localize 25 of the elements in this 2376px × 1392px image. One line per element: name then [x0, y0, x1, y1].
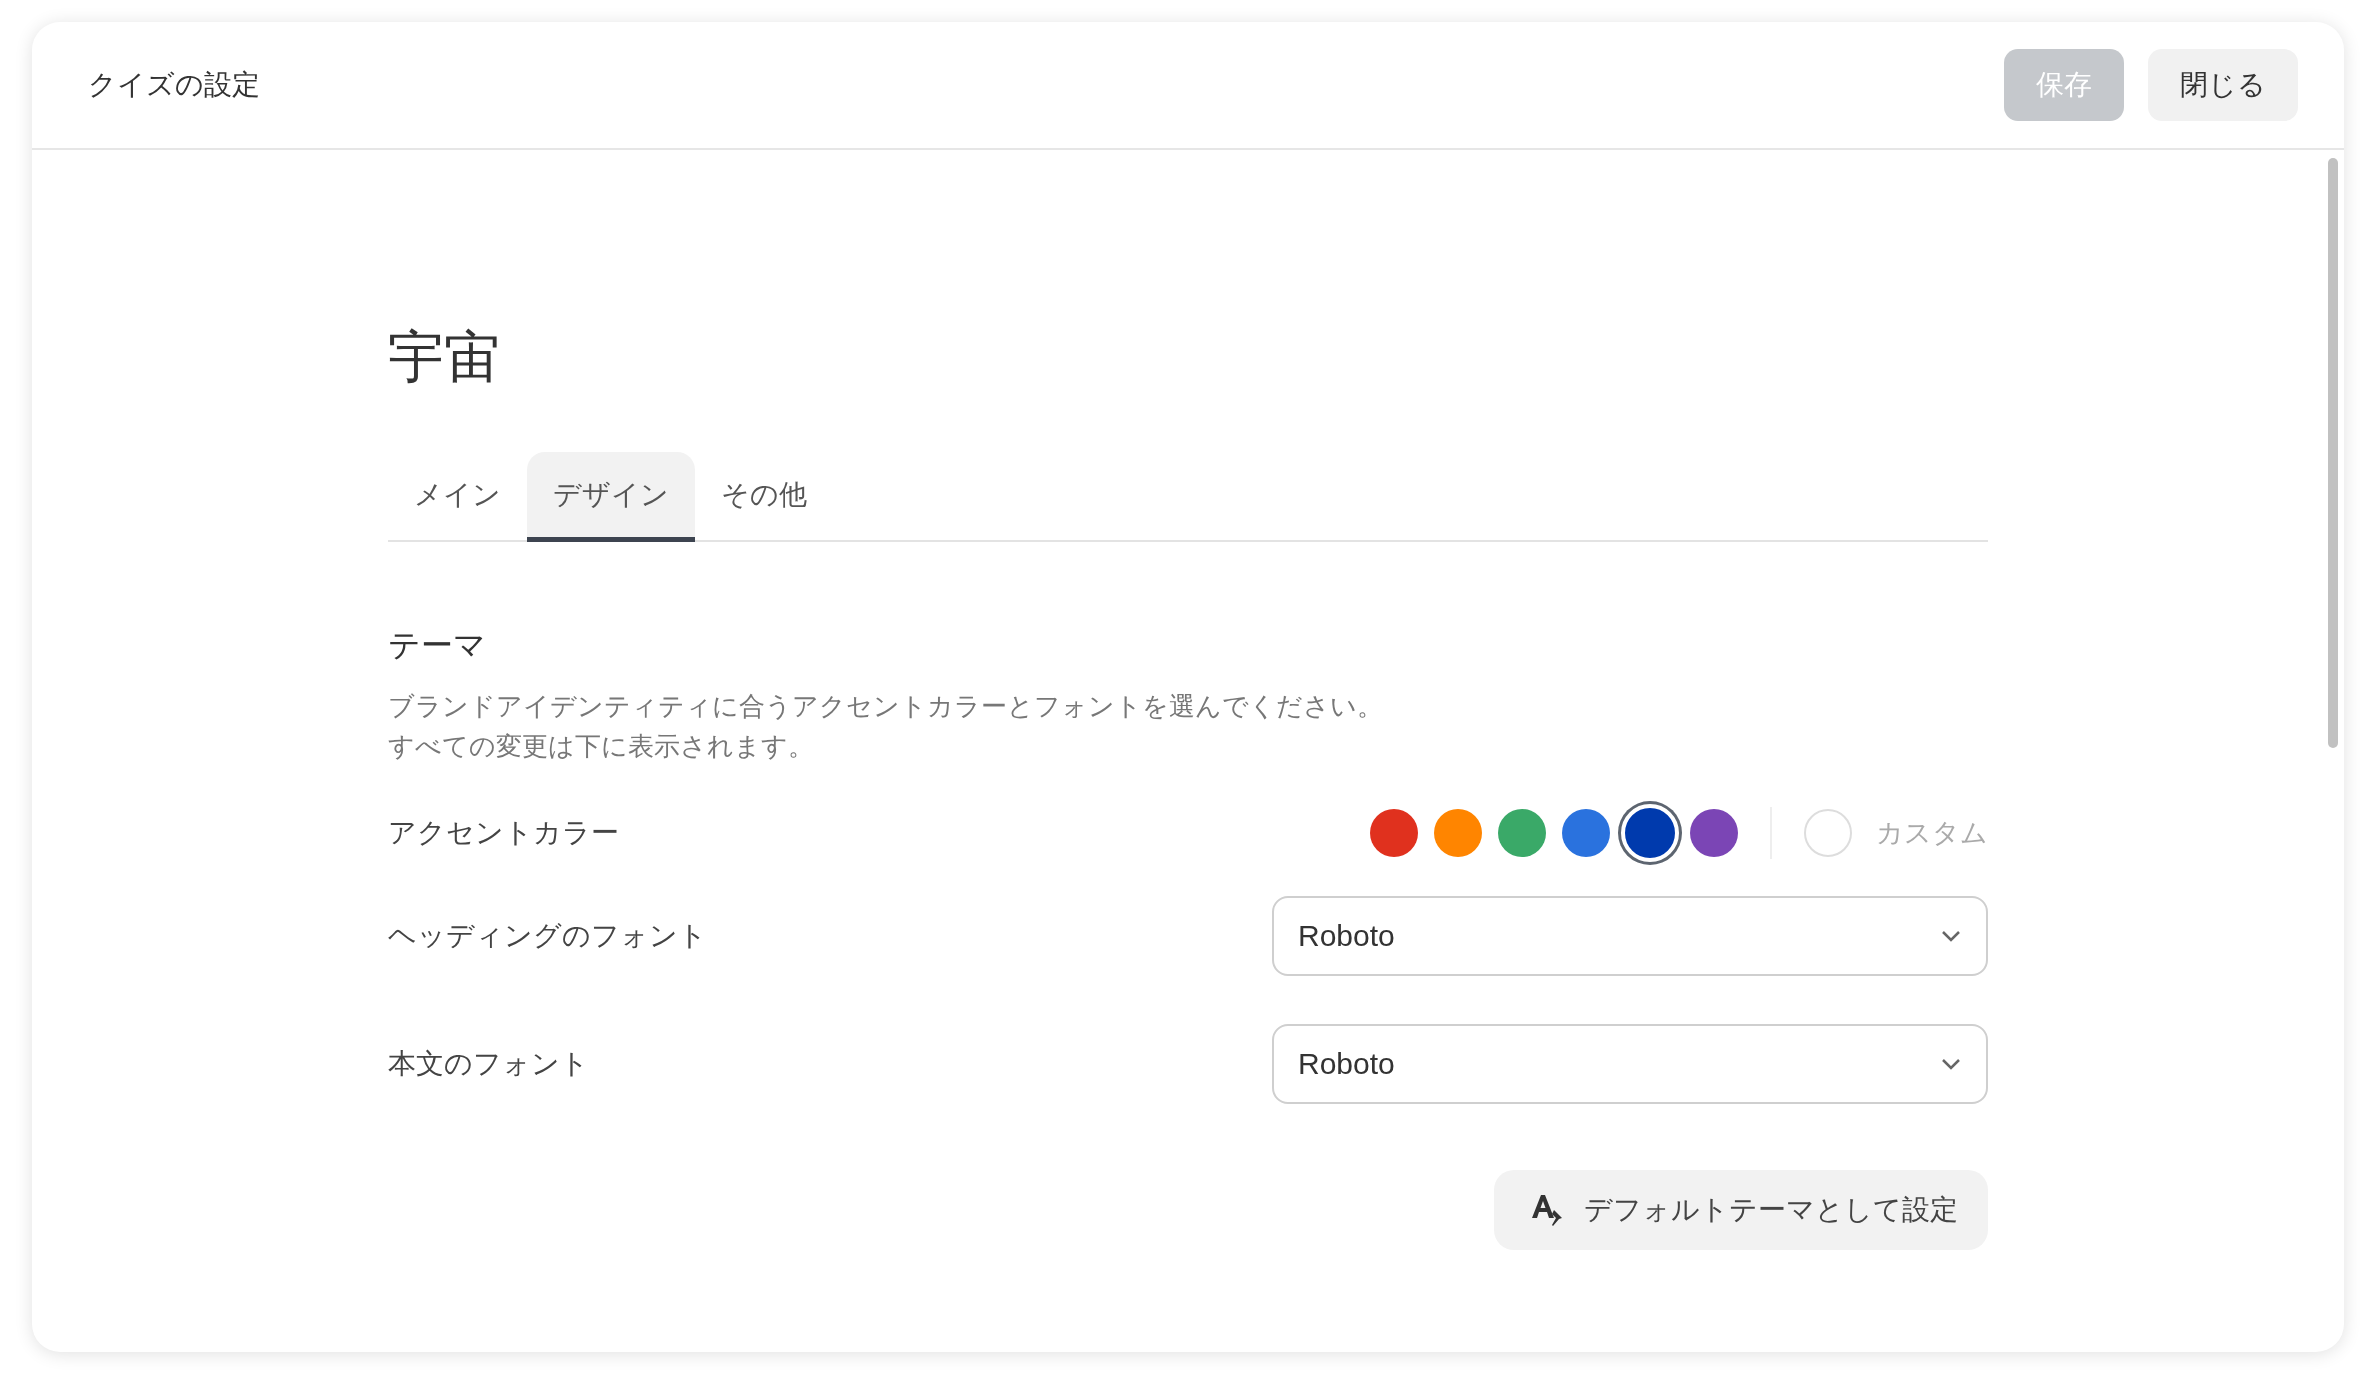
set-default-theme-button[interactable]: デフォルトテーマとして設定 — [1494, 1170, 1988, 1250]
field-label: ヘッディングのフォント — [388, 918, 707, 954]
field-label: 本文のフォント — [388, 1046, 589, 1082]
font-select[interactable]: Roboto — [1272, 1024, 1988, 1104]
color-swatch[interactable] — [1621, 804, 1679, 862]
color-swatch[interactable] — [1370, 809, 1418, 857]
scrollbar[interactable] — [2328, 158, 2338, 748]
color-swatch[interactable] — [1434, 809, 1482, 857]
color-swatch[interactable] — [1562, 809, 1610, 857]
chevron-down-icon — [1940, 929, 1962, 943]
field-label: アクセントカラー — [388, 815, 619, 851]
tab[interactable]: デザイン — [527, 452, 695, 542]
custom-color-label: カスタム — [1876, 816, 1988, 850]
font-select[interactable]: Roboto — [1272, 896, 1988, 976]
color-swatch[interactable] — [1498, 809, 1546, 857]
dialog-title: クイズの設定 — [88, 67, 261, 103]
tab[interactable]: メイン — [388, 452, 527, 542]
section-title: テーマ — [388, 625, 487, 666]
section-description: ブランドアイデンティティに合うアクセントカラーとフォントを選んでください。 すべての変更は下に表示されます。 — [388, 690, 1384, 763]
custom-color-swatch[interactable] — [1804, 809, 1852, 857]
close-button[interactable]: 閉じる — [2148, 49, 2298, 121]
quiz-title: 宇宙 — [388, 323, 501, 391]
chevron-down-icon — [1940, 1057, 1962, 1071]
color-swatch[interactable] — [1690, 809, 1738, 857]
tab[interactable]: その他 — [695, 452, 833, 542]
